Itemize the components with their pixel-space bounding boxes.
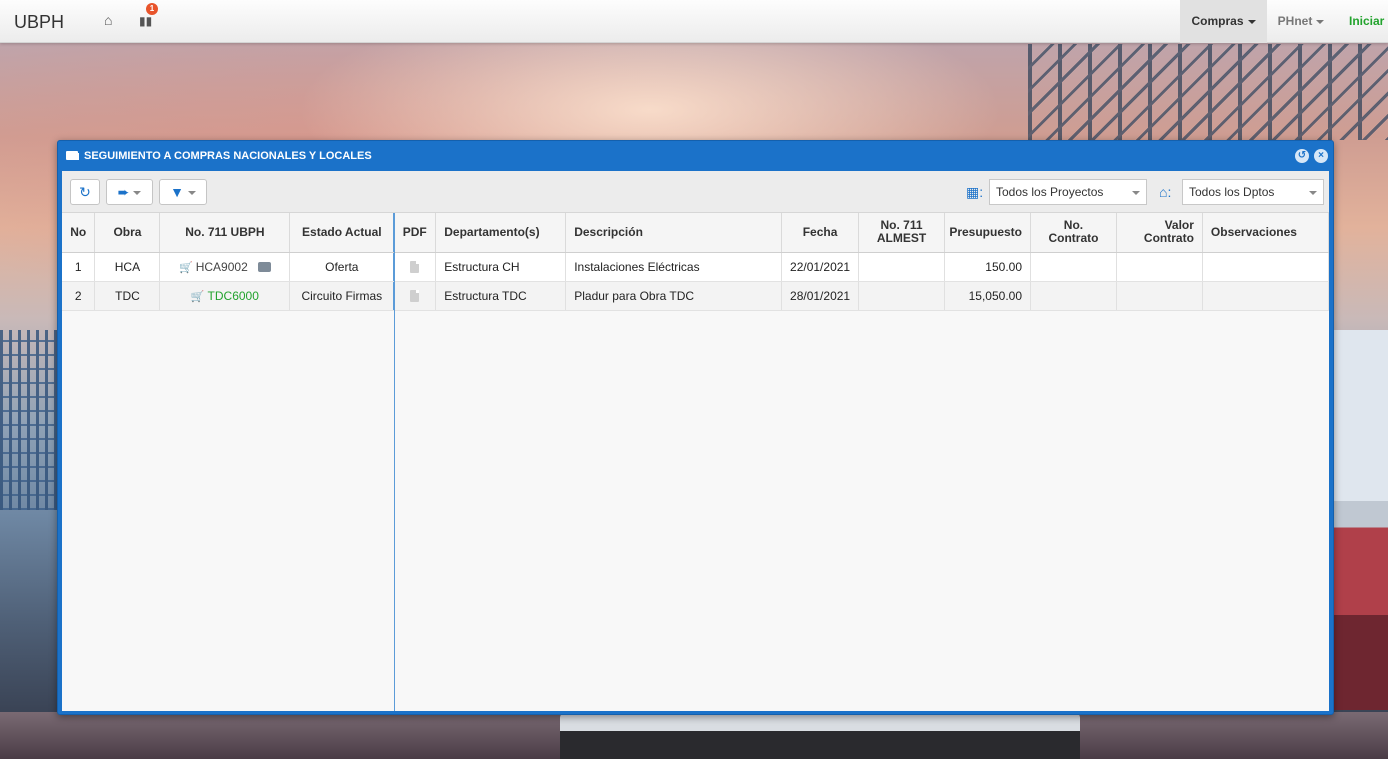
cell-departamento: Estructura CH <box>435 252 567 282</box>
menu-phnet-label: PHnet <box>1277 14 1313 28</box>
tracking-window: SEGUIMIENTO A COMPRAS NACIONALES Y LOCAL… <box>57 140 1334 715</box>
col-header-contrato-line1: No. <box>1063 218 1084 233</box>
col-header-estado[interactable]: Estado Actual <box>289 213 395 253</box>
building-icon: ▦: <box>966 184 984 200</box>
col-header-almest-line2: ALMEST <box>876 231 927 246</box>
menu-compras[interactable]: Compras <box>1180 0 1267 43</box>
restore-icon[interactable]: ↺ <box>1295 149 1309 163</box>
ubph-link[interactable]: HCA9002 <box>196 260 248 274</box>
table-empty-area <box>62 310 1329 711</box>
cell-pdf <box>393 281 437 311</box>
cell-fecha: 28/01/2021 <box>781 281 860 311</box>
col-header-contrato-line2: Contrato <box>1048 231 1099 246</box>
col-header-fecha[interactable]: Fecha <box>781 213 860 253</box>
window-titlebar[interactable]: SEGUIMIENTO A COMPRAS NACIONALES Y LOCAL… <box>58 141 1333 171</box>
cell-almest <box>858 281 946 311</box>
refresh-icon: ↻ <box>79 184 91 200</box>
col-header-contrato[interactable]: No. Contrato <box>1030 213 1117 253</box>
cell-obra: HCA <box>94 252 161 282</box>
cell-observaciones <box>1202 252 1330 282</box>
menu-phnet[interactable]: PHnet <box>1267 0 1335 43</box>
toolbar: ↻ ➨ ▼ ▦: Todos los Proyectos ⌂: Todos lo… <box>62 171 1329 213</box>
cell-pdf <box>393 252 437 282</box>
cell-descripcion: Pladur para Obra TDC <box>565 281 783 311</box>
col-header-no[interactable]: No <box>62 213 96 253</box>
cell-estado: Circuito Firmas <box>289 281 395 311</box>
window-title: SEGUIMIENTO A COMPRAS NACIONALES Y LOCAL… <box>84 150 372 162</box>
export-icon: ➨ <box>117 184 130 200</box>
background-trucks <box>560 712 1080 759</box>
purchases-table: No Obra No. 711 UBPH Estado Actual PDF D… <box>62 213 1330 311</box>
cell-valor <box>1116 281 1203 311</box>
cell-ubph: 🛒 TDC6000 <box>159 281 291 311</box>
col-header-descripcion[interactable]: Descripción <box>565 213 783 253</box>
background-crane-left <box>0 330 60 510</box>
truck-icon <box>66 151 79 160</box>
close-icon[interactable]: × <box>1314 149 1328 163</box>
cell-observaciones <box>1202 281 1330 311</box>
background-containers <box>1332 330 1388 710</box>
col-header-departamento[interactable]: Departamento(s) <box>435 213 567 253</box>
table-header-row: No Obra No. 711 UBPH Estado Actual PDF D… <box>62 213 1330 253</box>
department-select[interactable]: Todos los Dptos <box>1182 179 1324 205</box>
table-row[interactable]: 1 HCA 🛒 HCA9002 Oferta Estructura CH Inst… <box>62 252 1330 282</box>
cell-presupuesto: 150.00 <box>944 252 1031 282</box>
col-header-almest[interactable]: No. 711 ALMEST <box>858 213 946 253</box>
brand-logo[interactable]: UBPH <box>14 12 64 33</box>
menu-iniciar[interactable]: Iniciar <box>1349 0 1388 43</box>
col-header-valor[interactable]: Valor Contrato <box>1116 213 1203 253</box>
cell-estado: Oferta <box>289 252 395 282</box>
background-crane-right <box>1028 44 1388 140</box>
chevron-down-icon <box>1316 19 1325 24</box>
frozen-columns-divider <box>394 213 395 711</box>
cell-no: 1 <box>62 252 96 282</box>
col-header-pdf[interactable]: PDF <box>393 213 437 253</box>
menu-compras-label: Compras <box>1191 14 1244 28</box>
filter-button[interactable]: ▼ <box>159 179 207 205</box>
cart-icon: 🛒 <box>190 290 205 303</box>
menu-iniciar-label: Iniciar <box>1349 14 1385 28</box>
chevron-down-icon <box>1309 191 1317 195</box>
ubph-link[interactable]: TDC6000 <box>208 289 259 303</box>
cell-contrato <box>1030 281 1117 311</box>
home-icon[interactable]: ⌂ <box>104 12 112 28</box>
refresh-button[interactable]: ↻ <box>70 179 100 205</box>
col-header-valor-line2: Contrato <box>1143 231 1194 246</box>
col-header-observaciones[interactable]: Observaciones <box>1202 213 1330 253</box>
export-button[interactable]: ➨ <box>106 179 153 205</box>
pdf-file-icon[interactable] <box>410 290 420 303</box>
pdf-file-icon[interactable] <box>410 261 420 274</box>
col-header-valor-line1: Valor <box>1164 218 1194 233</box>
cell-almest <box>858 252 946 282</box>
col-header-obra[interactable]: Obra <box>94 213 161 253</box>
cell-fecha: 22/01/2021 <box>781 252 860 282</box>
project-select[interactable]: Todos los Proyectos <box>989 179 1147 205</box>
top-navbar: UBPH ⌂ ▮▮ 1 Compras PHnet Iniciar <box>0 0 1388 43</box>
table-row[interactable]: 2 TDC 🛒 TDC6000 Circuito Firmas Estructur… <box>62 281 1330 311</box>
project-select-value: Todos los Proyectos <box>996 185 1104 199</box>
cell-presupuesto: 15,050.00 <box>944 281 1031 311</box>
notification-badge: 1 <box>146 3 158 15</box>
window-body: ↻ ➨ ▼ ▦: Todos los Proyectos ⌂: Todos lo… <box>62 171 1330 711</box>
chevron-down-icon <box>187 191 196 196</box>
cell-descripcion: Instalaciones Eléctricas <box>565 252 783 282</box>
cell-departamento: Estructura TDC <box>435 281 567 311</box>
bar-chart-icon[interactable]: ▮▮ <box>139 14 152 28</box>
home-icon: ⌂: <box>1159 184 1172 200</box>
cell-no: 2 <box>62 281 96 311</box>
cell-ubph: 🛒 HCA9002 <box>159 252 291 282</box>
cell-obra: TDC <box>94 281 161 311</box>
cell-valor <box>1116 252 1203 282</box>
cart-icon: 🛒 <box>179 261 193 274</box>
chevron-down-icon <box>133 191 142 196</box>
chevron-down-icon <box>1132 191 1140 195</box>
chevron-down-icon <box>1247 19 1256 24</box>
filter-icon: ▼ <box>170 184 184 200</box>
col-header-almest-line1: No. 711 <box>880 218 923 233</box>
col-header-ubph[interactable]: No. 711 UBPH <box>159 213 291 253</box>
department-select-value: Todos los Dptos <box>1189 185 1275 199</box>
col-header-presupuesto[interactable]: Presupuesto <box>944 213 1031 253</box>
comment-icon[interactable] <box>257 262 271 273</box>
cell-contrato <box>1030 252 1117 282</box>
